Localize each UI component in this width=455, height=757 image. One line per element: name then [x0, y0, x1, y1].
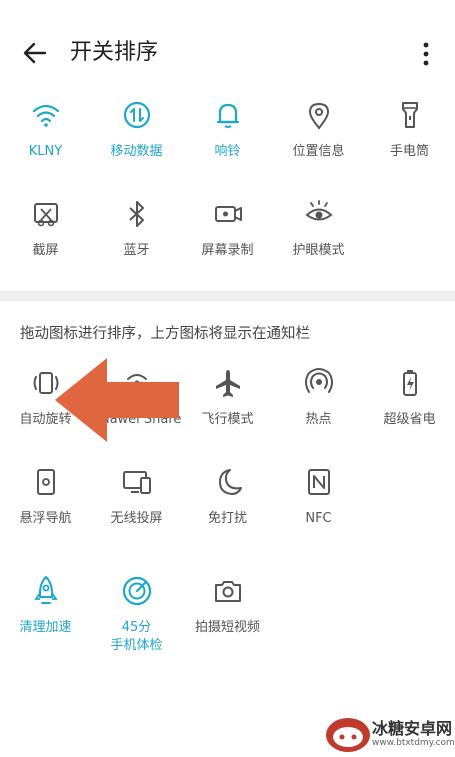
tile-label: NFC [305, 511, 332, 526]
tile-label: 45分 [121, 620, 152, 635]
tile-label: 手电筒 [389, 144, 429, 159]
wifi-icon [32, 104, 59, 127]
tile-phone-checkup[interactable]: 45分 手机体检 [91, 573, 182, 655]
tile-screen-record[interactable]: 屏幕录制 [182, 196, 273, 260]
tile-do-not-disturb[interactable]: 免打扰 [182, 464, 273, 528]
tile-label: 超级省电 [383, 412, 436, 427]
page-title: 开关排序 [70, 40, 159, 65]
wireless-projection-icon [122, 471, 151, 494]
mobile-data-icon [123, 101, 150, 129]
tile-label: 飞行模式 [201, 412, 254, 427]
section-divider [0, 291, 455, 301]
tile-label: 屏幕录制 [201, 243, 254, 258]
tile-label: 免打扰 [207, 511, 247, 526]
tile-nfc[interactable]: NFC [273, 464, 364, 528]
tile-bluetooth[interactable]: 蓝牙 [91, 196, 182, 260]
watermark-url: www.btxtdmy.com [372, 738, 455, 748]
tile-mobile-data[interactable]: 移动数据 [91, 97, 182, 161]
annotation-arrow-icon [55, 358, 179, 442]
tile-label: 位置信息 [292, 144, 345, 159]
back-arrow-icon[interactable] [20, 38, 50, 68]
flashlight-icon [401, 102, 418, 128]
tile-label: 悬浮导航 [19, 511, 72, 526]
tile-ring[interactable]: 响铃 [182, 97, 273, 161]
tile-wifi[interactable]: KLNY [0, 97, 91, 161]
tile-label: 截屏 [32, 243, 59, 258]
tile-label: KLNY [28, 144, 63, 159]
hotspot-icon [304, 368, 333, 393]
bell-icon [216, 103, 239, 128]
rocket-icon [33, 576, 58, 604]
tile-floating-nav[interactable]: 悬浮导航 [0, 464, 91, 528]
tile-screenshot[interactable]: 截屏 [0, 196, 91, 260]
eye-comfort-icon [304, 200, 333, 221]
tile-label: 拍摄短视频 [194, 620, 260, 635]
tile-label: 移动数据 [110, 144, 163, 159]
tile-label: 热点 [305, 412, 332, 427]
tile-label: 响铃 [214, 144, 241, 159]
tile-wireless-projection[interactable]: 无线投屏 [91, 464, 182, 528]
tile-label: 蓝牙 [123, 243, 150, 258]
tile-location[interactable]: 位置信息 [273, 97, 364, 161]
app-header: 开关排序 [0, 0, 455, 100]
tile-flashlight[interactable]: 手电筒 [364, 97, 455, 161]
more-options-icon[interactable] [416, 40, 436, 68]
tile-label-secondary: 手机体检 [110, 638, 163, 653]
floating-nav-icon [36, 469, 55, 495]
screenshot-icon [33, 203, 58, 227]
tile-hotspot[interactable]: 热点 [273, 365, 364, 429]
nfc-icon [307, 469, 330, 495]
battery-saver-icon [402, 370, 417, 396]
tile-label: 无线投屏 [110, 511, 163, 526]
moon-icon [218, 469, 242, 495]
bluetooth-icon [128, 201, 144, 227]
location-icon [308, 102, 329, 130]
tile-battery-saver[interactable]: 超级省电 [364, 365, 455, 429]
sort-hint: 拖动图标进行排序，上方图标将显示在通知栏 [20, 326, 310, 342]
screen-record-icon [214, 206, 242, 222]
camera-icon [214, 581, 241, 602]
airplane-icon [215, 370, 240, 397]
tile-clean-accelerate[interactable]: 清理加速 [0, 573, 91, 637]
tile-eye-comfort[interactable]: 护眼模式 [273, 196, 364, 260]
watermark-name: 冰糖安卓网 [372, 719, 453, 738]
tile-label: 清理加速 [19, 620, 72, 635]
tile-label: 护眼模式 [292, 243, 345, 258]
tile-short-video[interactable]: 拍摄短视频 [182, 573, 273, 637]
phone-checkup-icon [122, 576, 151, 606]
tile-airplane[interactable]: 飞行模式 [182, 365, 273, 429]
